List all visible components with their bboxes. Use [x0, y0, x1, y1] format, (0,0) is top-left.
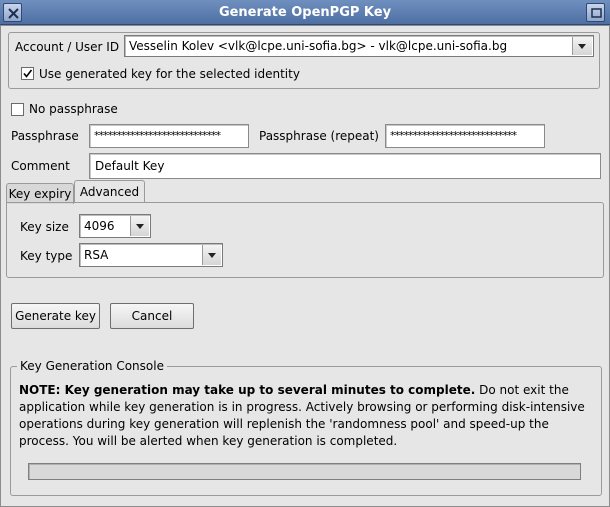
maximize-icon[interactable] [586, 3, 605, 22]
account-value: Vesselin Kolev <vlk@lcpe.uni-sofia.bg> -… [129, 39, 508, 53]
generate-key-button[interactable]: Generate key [11, 303, 100, 329]
tab-advanced[interactable]: Advanced [74, 180, 145, 203]
chevron-down-icon[interactable] [202, 245, 221, 265]
tab-key-expiry[interactable]: Key expiry [6, 183, 74, 204]
comment-field[interactable]: Default Key [89, 153, 601, 179]
account-label: Account / User ID [15, 40, 120, 54]
console-title: Key Generation Console [17, 358, 167, 374]
no-passphrase-label: No passphrase [29, 102, 118, 116]
key-size-select[interactable]: 4096 [79, 214, 151, 238]
key-type-select[interactable]: RSA [79, 243, 223, 267]
passphrase-label: Passphrase [11, 129, 79, 143]
console-note: NOTE: Key generation may take up to seve… [19, 382, 594, 450]
passphrase-repeat-field[interactable]: **************************** [385, 124, 545, 148]
key-type-label: Key type [20, 249, 73, 263]
window-title: Generate OpenPGP Key [218, 5, 392, 20]
comment-label: Comment [11, 159, 70, 173]
key-size-value: 4096 [84, 219, 115, 233]
key-type-value: RSA [84, 248, 109, 262]
cancel-button[interactable]: Cancel [110, 303, 194, 329]
use-generated-checkbox[interactable] [21, 67, 34, 80]
use-generated-label: Use generated key for the selected ident… [39, 67, 300, 81]
passphrase-field[interactable]: **************************** [89, 124, 249, 148]
chevron-down-icon[interactable] [572, 37, 592, 55]
chevron-down-icon[interactable] [130, 216, 149, 236]
console-note-bold: NOTE: Key generation may take up to seve… [19, 383, 476, 397]
passphrase-repeat-label: Passphrase (repeat) [259, 129, 379, 143]
key-size-label: Key size [20, 220, 69, 234]
account-select[interactable]: Vesselin Kolev <vlk@lcpe.uni-sofia.bg> -… [124, 35, 594, 57]
progress-bar [28, 463, 581, 480]
no-passphrase-checkbox[interactable] [11, 103, 24, 116]
